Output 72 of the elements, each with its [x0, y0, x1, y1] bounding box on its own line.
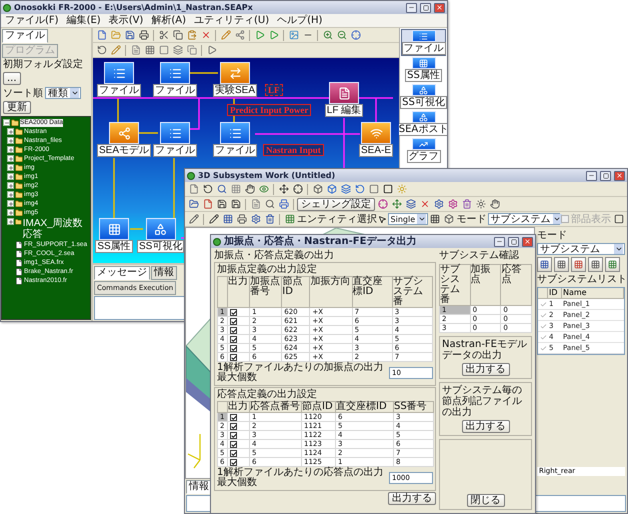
output-button[interactable]: 出力する — [388, 492, 436, 505]
window-title: 加振点・応答点・Nastran-FEデータ出力 — [224, 236, 418, 248]
menu-item[interactable]: 解析(A) — [147, 14, 190, 26]
tree-item[interactable]: IMAX_周波数応答 — [22, 218, 90, 240]
refresh-button[interactable]: 更新 — [3, 101, 31, 114]
column-header: SS番号 — [394, 402, 434, 412]
menu-item[interactable]: ユティリティ(U) — [190, 14, 274, 26]
flow-node[interactable]: ファイル — [153, 122, 197, 157]
flow-node[interactable]: SS可視化 — [137, 218, 184, 253]
flow-node[interactable]: SEA-E — [355, 122, 397, 157]
column-header: 応答点 — [500, 264, 532, 306]
column-header: 節点ID — [302, 402, 336, 412]
menu-item[interactable]: 編集(E) — [62, 14, 105, 26]
tab[interactable]: 情報 — [151, 266, 177, 280]
column-header: 節点ID — [282, 276, 310, 308]
column-header: 直交座標ID — [336, 402, 394, 412]
entity-dropdown[interactable]: Single — [388, 213, 428, 225]
field-label: エンティティ選択 — [297, 214, 377, 224]
flow-node[interactable]: ファイル — [153, 62, 197, 97]
palette-button[interactable]: グラフ — [401, 137, 446, 164]
tab[interactable]: ファイル — [2, 29, 48, 43]
column-header: 応答点番号 — [250, 402, 302, 412]
field-label: モード — [537, 230, 568, 241]
field-label: 1解析ファイルあたりの加振点の出力最大個数 — [217, 363, 384, 383]
group-label: Nastran-FEモデルデータの出力 — [442, 339, 528, 361]
group-title: 応答点定義の出力設定 — [217, 389, 318, 400]
close-dialog-button[interactable]: 閉じる — [466, 494, 504, 507]
column-header: 出力 — [228, 402, 250, 412]
flow-node[interactable]: 実験SEA — [213, 62, 258, 97]
tab[interactable]: 情報 — [186, 480, 212, 494]
column-header: サブシステム番 — [440, 264, 470, 306]
field-label: モード — [456, 214, 487, 224]
group-title: 加振点定義の出力設定 — [217, 264, 318, 275]
mode-dropdown[interactable]: サブシステム — [488, 213, 560, 225]
palette-button[interactable]: ファイル — [401, 29, 446, 56]
flow-annotation: Predict Input Power — [227, 104, 312, 116]
group-label: サブシステム毎の節点列記ファイルの出力 — [442, 385, 523, 418]
column-header: 加振点 — [470, 264, 501, 306]
checkbox-label: 部品表示 — [571, 214, 611, 224]
window-title: Onosokki FR-2000 - E:\Users\Admin\1_Nastran.SEAPx — [14, 3, 254, 12]
mode-dropdown[interactable]: サブシステム — [537, 243, 625, 255]
menu-item[interactable]: ヘルプ(H) — [273, 14, 326, 26]
palette-button[interactable]: SS属性 — [401, 56, 446, 83]
column-header: 加振点番号 — [250, 276, 282, 308]
tab[interactable]: メッセージ — [94, 266, 150, 280]
section-title: サブシステム確認 — [439, 250, 520, 261]
flow-node[interactable]: SS属性 — [93, 218, 135, 253]
column-header: 出力 — [228, 276, 250, 308]
flow-node[interactable]: ファイル — [97, 62, 141, 97]
flow-node[interactable]: ファイル — [213, 122, 257, 157]
output-button[interactable]: 出力する — [462, 363, 510, 376]
column-header: ID — [548, 288, 562, 299]
column-header: 直交座標ID — [352, 276, 392, 308]
shading-settings-button[interactable]: シェリング設定 — [297, 198, 375, 210]
sort-dropdown[interactable]: 種類 — [45, 87, 81, 99]
section-title: 加振点・応答点定義の出力 — [214, 250, 335, 261]
window-title: 3D Subsystem Work (Untitled) — [198, 171, 336, 180]
menu-item[interactable]: ファイル(F) — [1, 14, 63, 26]
list-title: サブシステムリスト — [537, 274, 625, 285]
flow-node[interactable]: LF 編集 — [323, 82, 365, 117]
column-header: 加振方向 — [310, 276, 352, 308]
field-label: 1解析ファイルあたりの応答点の出力最大個数 — [217, 468, 384, 488]
output-button[interactable]: 出力する — [462, 420, 510, 433]
flow-annotation: Nastran Input — [263, 144, 324, 156]
field-label: ソート順 — [3, 88, 43, 98]
column-header: サブシステム番 — [392, 276, 432, 308]
flow-annotation: LF — [265, 84, 283, 96]
field-label: 初期フォルダ設定 — [3, 59, 83, 70]
column-header: Name — [562, 288, 624, 299]
browse-button[interactable]: ... — [3, 72, 21, 85]
menu-item[interactable]: 表示(V) — [104, 14, 148, 26]
flow-node[interactable]: SEAモデル — [97, 122, 152, 157]
